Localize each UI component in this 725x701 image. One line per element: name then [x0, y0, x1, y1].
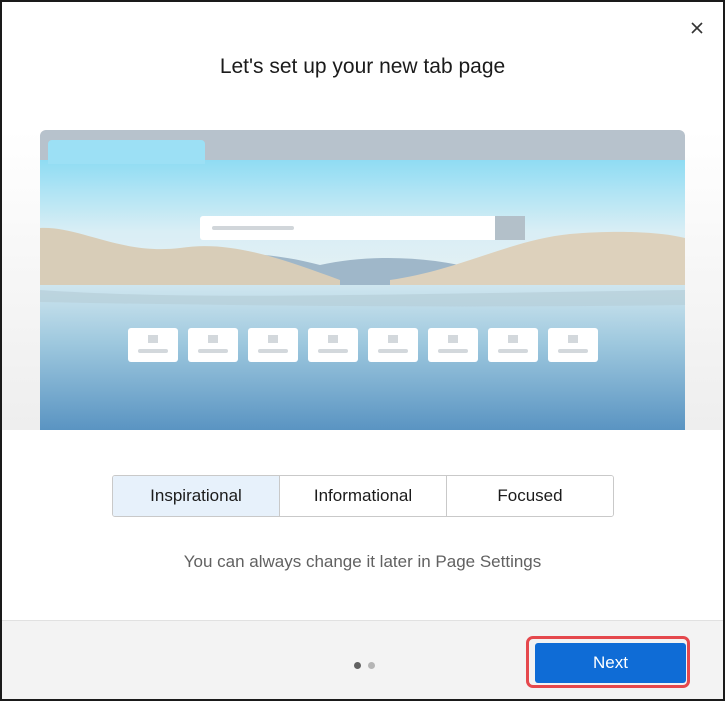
- option-informational[interactable]: Informational: [279, 476, 446, 516]
- option-focused[interactable]: Focused: [446, 476, 613, 516]
- next-button[interactable]: Next: [535, 643, 686, 683]
- preview-area: [2, 130, 723, 430]
- dialog-footer: Next: [2, 620, 723, 699]
- new-tab-preview-image: [40, 130, 685, 430]
- dialog-title: Let's set up your new tab page: [219, 55, 506, 78]
- page-dot-1: [354, 662, 361, 669]
- page-dot-2: [368, 662, 375, 669]
- layout-options: Inspirational Informational Focused: [112, 475, 614, 517]
- setup-dialog: Let's set up your new tab page Inspirati…: [0, 0, 725, 701]
- close-button[interactable]: [685, 16, 709, 40]
- hint-text: You can always change it later in Page S…: [183, 552, 542, 571]
- close-icon: [691, 22, 703, 34]
- option-inspirational[interactable]: Inspirational: [113, 476, 279, 516]
- page-indicator: [354, 662, 375, 669]
